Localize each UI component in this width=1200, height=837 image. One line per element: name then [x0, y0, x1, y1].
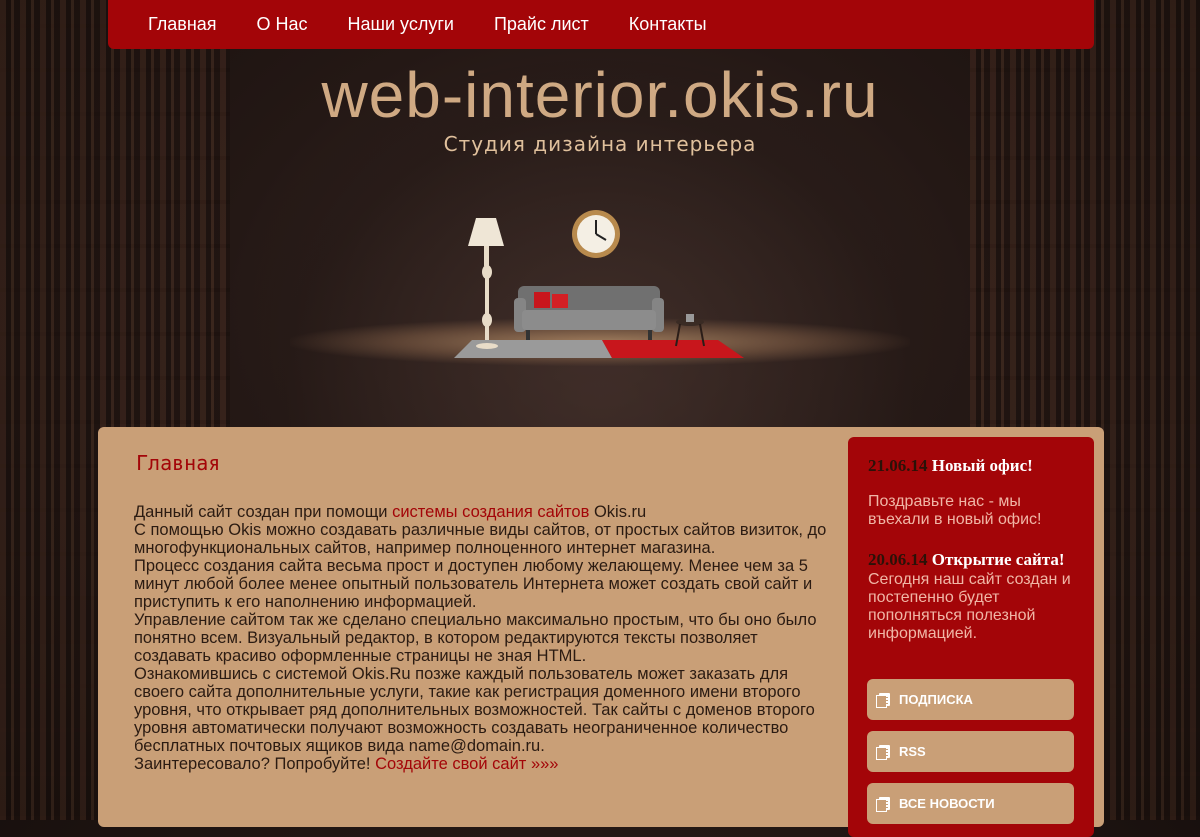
interior-illustration — [290, 200, 910, 380]
news-item: 20.06.14 Открытие сайта! Сегодня наш сай… — [868, 549, 1078, 643]
documents-icon — [876, 796, 893, 812]
rss-button-label: RSS — [899, 744, 926, 759]
news-body: Поздравьте нас - мы въехали в новый офис… — [868, 493, 1042, 528]
nav-item-home[interactable]: Главная — [148, 0, 217, 49]
intro-text-end: Okis.ru — [589, 503, 647, 521]
site-builder-link[interactable]: системы создания сайтов — [392, 503, 589, 521]
nav-item-contacts[interactable]: Контакты — [629, 0, 707, 49]
subscribe-button[interactable]: ПОДПИСКА — [867, 679, 1074, 720]
paragraph-site-types: С помощью Okis можно создавать различные… — [134, 521, 827, 557]
news-title-link[interactable]: Открытие сайта! — [932, 550, 1065, 569]
carpet-image — [454, 340, 744, 358]
news-date: 21.06.14 — [868, 456, 928, 475]
wall-clock-image — [572, 210, 620, 258]
rss-button[interactable]: RSS — [867, 731, 1074, 772]
sofa-image — [514, 286, 664, 340]
news-item: 21.06.14 Новый офис! Поздравьте нас - мы… — [868, 455, 1078, 529]
all-news-button[interactable]: ВСЕ НОВОСТИ — [867, 783, 1074, 824]
documents-icon — [876, 744, 893, 760]
paragraph-process: Процесс создания сайта весьма прост и до… — [134, 557, 813, 611]
create-site-link[interactable]: Создайте свой сайт »»» — [375, 755, 558, 773]
news-header: 20.06.14 Открытие сайта! — [868, 549, 1078, 571]
paragraph-domains: Ознакомившись с системой Okis.Ru позже к… — [134, 665, 815, 755]
nav-item-about[interactable]: О Нас — [257, 0, 308, 49]
site-title[interactable]: web-interior.okis.ru — [0, 58, 1200, 132]
news-sidebar: 21.06.14 Новый офис! Поздравьте нас - мы… — [848, 437, 1094, 837]
main-text: Данный сайт создан при помощи системы со… — [134, 503, 834, 773]
nav-item-pricelist[interactable]: Прайс лист — [494, 0, 589, 49]
all-news-button-label: ВСЕ НОВОСТИ — [899, 796, 995, 811]
main-navigation: Главная О Нас Наши услуги Прайс лист Кон… — [108, 0, 1094, 49]
intro-text: Данный сайт создан при помощи — [134, 503, 393, 521]
news-body: Сегодня наш сайт создан и постепенно буд… — [868, 571, 1071, 642]
nav-item-services[interactable]: Наши услуги — [348, 0, 454, 49]
news-title-link[interactable]: Новый офис! — [932, 456, 1033, 475]
documents-icon — [876, 692, 893, 708]
floor-lamp-image — [468, 218, 504, 349]
paragraph-management: Управление сайтом так же сделано специал… — [134, 611, 817, 665]
subscribe-button-label: ПОДПИСКА — [899, 692, 973, 707]
news-date: 20.06.14 — [868, 550, 928, 569]
site-slogan: Студия дизайна интерьера — [443, 132, 757, 156]
call-to-action-text: Заинтересовало? Попробуйте! — [134, 755, 376, 773]
page-heading: Главная — [136, 451, 221, 475]
news-header: 21.06.14 Новый офис! — [868, 455, 1078, 477]
